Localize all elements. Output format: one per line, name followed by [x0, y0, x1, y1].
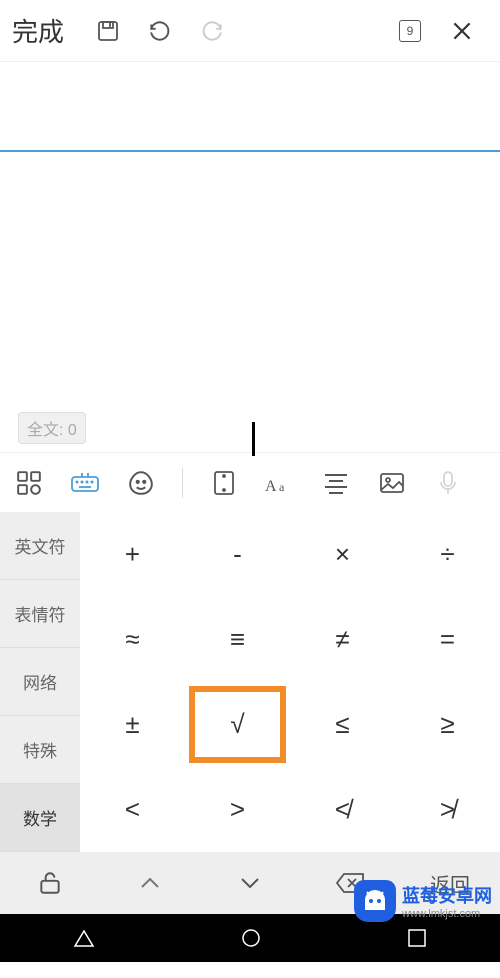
emoji-icon[interactable] — [122, 464, 160, 502]
category-emoji[interactable]: 表情符 — [0, 580, 80, 648]
nav-back-icon[interactable] — [73, 927, 95, 949]
symbol-notequal[interactable]: ≠ — [290, 597, 395, 682]
symbol-identical[interactable]: ≡ — [185, 597, 290, 682]
page-number-label: 9 — [399, 20, 421, 42]
image-icon[interactable] — [373, 464, 411, 502]
symbol-approx[interactable]: ≈ — [80, 597, 185, 682]
symbol-equal[interactable]: = — [395, 597, 500, 682]
category-column: 英文符 表情符 网络 特殊 数学 — [0, 512, 80, 852]
svg-text:a: a — [279, 480, 285, 494]
text-cursor — [252, 422, 255, 456]
symbol-keyboard: 英文符 表情符 网络 特殊 数学 + - × ÷ ≈ ≡ ≠ = ± √ ≤ ≥… — [0, 512, 500, 852]
format-toolbar: Aa — [0, 452, 500, 512]
symbol-notgt[interactable]: ≯ — [395, 767, 500, 852]
word-count-badge: 全文: 0 — [18, 412, 86, 444]
nav-home-icon[interactable] — [240, 927, 262, 949]
category-english[interactable]: 英文符 — [0, 512, 80, 580]
watermark-title: 蓝莓安卓网 — [402, 882, 492, 908]
symbol-divide[interactable]: ÷ — [395, 512, 500, 597]
category-network[interactable]: 网络 — [0, 648, 80, 716]
symbol-sqrt[interactable]: √ — [185, 682, 290, 767]
lock-button[interactable] — [0, 852, 100, 914]
symbol-plusminus[interactable]: ± — [80, 682, 185, 767]
svg-text:A: A — [265, 478, 277, 495]
toolbar-divider — [182, 468, 183, 498]
watermark: 蓝莓安卓网 www.lmkjst.com — [354, 880, 492, 922]
watermark-logo-icon — [354, 880, 396, 922]
editor-body[interactable]: 全文: 0 — [0, 152, 500, 452]
symbol-notlt[interactable]: ≮ — [290, 767, 395, 852]
keyboard-icon[interactable] — [66, 464, 104, 502]
watermark-url: www.lmkjst.com — [402, 908, 492, 920]
symbol-lt[interactable]: < — [80, 767, 185, 852]
done-button[interactable]: 完成 — [12, 12, 64, 49]
symbol-multiply[interactable]: × — [290, 512, 395, 597]
down-arrow-button[interactable] — [200, 852, 300, 914]
up-arrow-button[interactable] — [100, 852, 200, 914]
symbol-gt[interactable]: > — [185, 767, 290, 852]
symbol-minus[interactable]: - — [185, 512, 290, 597]
category-special[interactable]: 特殊 — [0, 716, 80, 784]
category-math[interactable]: 数学 — [0, 784, 80, 852]
symbol-gte[interactable]: ≥ — [395, 682, 500, 767]
fullscreen-icon[interactable] — [205, 464, 243, 502]
editor-title-area[interactable] — [0, 62, 500, 152]
undo-icon[interactable] — [140, 11, 180, 51]
font-icon[interactable]: Aa — [261, 464, 299, 502]
apps-icon[interactable] — [10, 464, 48, 502]
page-number-button[interactable]: 9 — [390, 11, 430, 51]
close-icon[interactable] — [442, 11, 482, 51]
symbol-grid: + - × ÷ ≈ ≡ ≠ = ± √ ≤ ≥ < > ≮ ≯ — [80, 512, 500, 852]
nav-recent-icon[interactable] — [407, 928, 427, 948]
top-toolbar: 完成 9 — [0, 0, 500, 62]
align-icon[interactable] — [317, 464, 355, 502]
symbol-lte[interactable]: ≤ — [290, 682, 395, 767]
redo-icon — [192, 11, 232, 51]
symbol-plus[interactable]: + — [80, 512, 185, 597]
mic-icon[interactable] — [429, 464, 467, 502]
save-icon[interactable] — [88, 11, 128, 51]
